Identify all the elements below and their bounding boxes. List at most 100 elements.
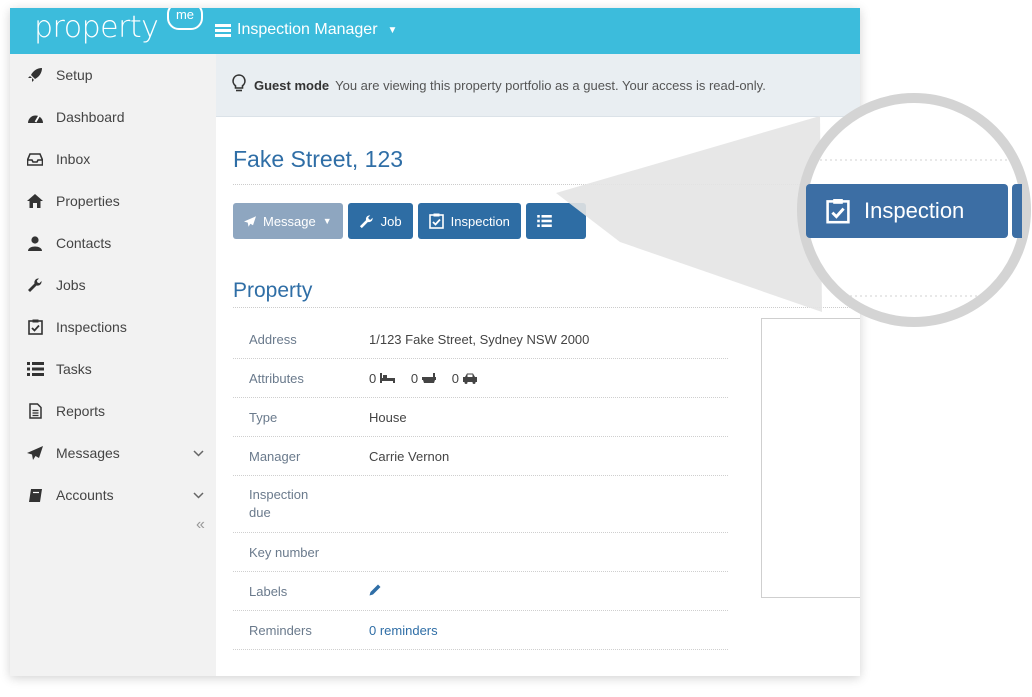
collapse-sidebar-icon[interactable]: « <box>196 516 205 534</box>
sidebar-item-label: Contacts <box>56 235 112 251</box>
sidebar-item-setup[interactable]: Setup <box>10 54 216 96</box>
page-title: Fake Street, 123 <box>233 146 404 172</box>
reminders-label: Reminders <box>249 622 312 638</box>
caret-down-icon: ▼ <box>387 24 398 36</box>
bed-icon <box>380 373 396 383</box>
caret-down-icon: ▼ <box>322 216 332 226</box>
zoomed-inspection-label: Inspection <box>864 198 965 223</box>
inbox-icon <box>26 152 44 166</box>
bedrooms-count: 0 <box>369 370 377 386</box>
guest-mode-label: Guest mode <box>254 77 330 93</box>
list-icon <box>215 23 231 37</box>
manager-value: Carrie Vernon <box>369 448 450 464</box>
app-menu-dropdown[interactable]: Inspection Manager ▼ <box>215 21 397 39</box>
message-button[interactable]: Message ▼ <box>233 203 343 239</box>
guest-mode-banner: Guest mode You are viewing this property… <box>216 54 860 117</box>
type-label: Type <box>249 409 278 425</box>
zoomed-next-button-edge <box>1012 184 1022 238</box>
paper-plane-icon <box>244 215 256 227</box>
message-button-label: Message <box>263 213 316 229</box>
section-title: Property <box>233 279 313 302</box>
sidebar-item-label: Tasks <box>56 361 92 377</box>
attributes-label: Attributes <box>249 370 304 386</box>
user-icon <box>26 235 44 251</box>
sidebar-item-properties[interactable]: Properties <box>10 180 216 222</box>
paper-plane-icon <box>26 446 44 460</box>
parking-count: 0 <box>451 370 459 386</box>
sidebar: Setup Dashboard Inbox Properties Contact… <box>10 54 216 676</box>
table-row: Inspection due <box>233 476 728 533</box>
sidebar-item-label: Inspections <box>56 319 127 335</box>
sidebar-item-label: Dashboard <box>56 109 125 125</box>
rocket-icon <box>26 67 44 83</box>
sidebar-item-label: Properties <box>56 193 120 209</box>
top-bar: property me Inspection Manager ▼ <box>10 8 860 54</box>
edit-labels-button[interactable] <box>369 584 381 599</box>
table-row: Type House <box>233 398 728 437</box>
sidebar-item-dashboard[interactable]: Dashboard <box>10 96 216 138</box>
logo[interactable]: property <box>34 10 159 45</box>
address-value: 1/123 Fake Street, Sydney NSW 2000 <box>369 331 590 347</box>
bathrooms-count: 0 <box>410 370 419 386</box>
list-icon <box>537 215 552 227</box>
wrench-icon <box>359 214 373 228</box>
sidebar-item-accounts[interactable]: Accounts <box>10 474 216 516</box>
chevron-down-icon[interactable] <box>193 488 204 502</box>
bath-icon <box>422 372 437 383</box>
sidebar-item-label: Messages <box>56 445 120 461</box>
table-row: Attributes 0 0 0 <box>233 359 728 398</box>
sidebar-item-messages[interactable]: Messages <box>10 432 216 474</box>
clipboard-check-icon <box>826 199 850 224</box>
action-toolbar: Message ▼ Job Inspection <box>233 203 586 239</box>
document-icon <box>26 403 44 419</box>
key-number-label: Key number <box>249 544 320 560</box>
clipboard-check-icon <box>26 319 44 335</box>
table-row: Key number <box>233 533 728 572</box>
zoomed-inspection-button: Inspection <box>806 184 1008 238</box>
task-button[interactable] <box>525 203 586 239</box>
attributes-value: 0 0 0 <box>369 371 489 386</box>
labels-label: Labels <box>249 583 288 599</box>
logo-badge: me <box>167 8 203 30</box>
property-image-panel <box>761 318 860 598</box>
main-content: Guest mode You are viewing this property… <box>216 54 860 676</box>
sidebar-item-inspections[interactable]: Inspections <box>10 306 216 348</box>
list-icon <box>26 362 44 376</box>
sidebar-item-label: Jobs <box>56 277 86 293</box>
sidebar-item-inbox[interactable]: Inbox <box>10 138 216 180</box>
clipboard-check-icon <box>428 213 444 229</box>
property-details-table: Address 1/123 Fake Street, Sydney NSW 20… <box>233 320 728 650</box>
wrench-icon <box>26 277 44 293</box>
home-icon <box>26 194 44 208</box>
sidebar-item-contacts[interactable]: Contacts <box>10 222 216 264</box>
job-button[interactable]: Job <box>347 203 413 239</box>
chevron-down-icon[interactable] <box>193 446 204 460</box>
car-icon <box>462 373 477 384</box>
bedrooms-attr: 0 <box>369 370 396 386</box>
parking-attr: 0 <box>452 371 477 386</box>
sidebar-item-label: Accounts <box>56 487 114 503</box>
divider <box>233 307 860 308</box>
sidebar-item-tasks[interactable]: Tasks <box>10 348 216 390</box>
reminders-link[interactable]: 0 reminders <box>369 623 438 638</box>
lightbulb-icon <box>232 74 246 96</box>
logo-text: property <box>34 10 159 45</box>
app-window: property me Inspection Manager ▼ Setup D… <box>10 8 860 676</box>
sidebar-item-label: Reports <box>56 403 106 419</box>
table-row: Manager Carrie Vernon <box>233 437 728 476</box>
type-value: House <box>369 409 407 425</box>
sidebar-item-jobs[interactable]: Jobs <box>10 264 216 306</box>
table-row: Reminders 0 reminders <box>233 611 728 650</box>
table-row: Labels <box>233 572 728 611</box>
dashboard-icon <box>26 110 44 124</box>
bathrooms-attr: 0 <box>410 370 437 386</box>
app-menu-label: Inspection Manager <box>237 21 378 38</box>
book-icon <box>26 488 44 503</box>
job-button-label: Job <box>380 213 402 229</box>
sidebar-item-reports[interactable]: Reports <box>10 390 216 432</box>
divider <box>233 184 860 185</box>
address-label: Address <box>249 331 297 347</box>
table-row: Address 1/123 Fake Street, Sydney NSW 20… <box>233 320 728 359</box>
inspection-button[interactable]: Inspection <box>417 203 521 239</box>
sidebar-item-label: Setup <box>56 67 93 83</box>
